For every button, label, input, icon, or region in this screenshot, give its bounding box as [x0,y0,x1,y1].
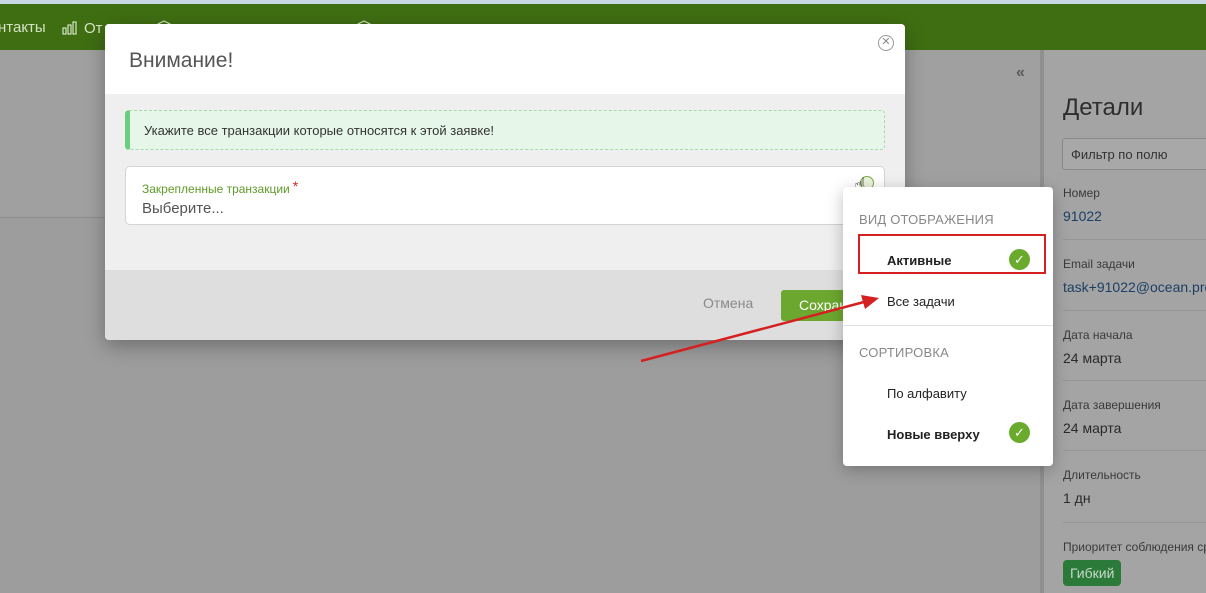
field-value: 24 марта [1063,350,1122,366]
sort-section-title: СОРТИРОВКА [859,345,949,360]
info-alert: Укажите все транзакции которые относятся… [125,110,885,150]
modal-title: Внимание! [129,49,234,72]
required-mark: * [292,178,299,194]
alert-text: Укажите все транзакции которые относятся… [144,123,495,138]
cancel-button[interactable]: Отмена [703,295,753,311]
field-value-link[interactable]: 91022 [1063,208,1206,224]
details-filter-input[interactable]: Фильтр по полю [1062,138,1206,170]
attention-modal: Внимание! ✕ Укажите все транзакции котор… [105,24,905,340]
collapse-panel-button[interactable]: « [1016,64,1025,82]
details-field-priority: Приоритет соблюдения сроков Гибкий [1063,540,1206,586]
view-options-dropdown: ВИД ОТОБРАЖЕНИЯ Активные ✓ Все задачи СО… [843,187,1053,466]
details-field-email: Email задачи task+91022@ocean.pro [1063,257,1206,295]
transactions-label-text: Закрепленные транзакции [142,182,290,196]
field-label: Длительность [1063,468,1141,482]
details-field-start-date: Дата начала 24 марта [1063,328,1206,366]
field-label: Дата начала [1063,328,1133,342]
close-icon[interactable]: ✕ [878,35,894,51]
sort-option-newest[interactable]: Новые вверху [887,427,980,442]
field-label: Email задачи [1063,257,1135,271]
field-value-link[interactable]: task+91022@ocean.pro [1063,279,1206,295]
transactions-label: Закрепленные транзакции * [142,178,298,196]
dropdown-divider [843,325,1053,326]
details-field-number: Номер 91022 [1063,186,1206,224]
view-option-all[interactable]: Все задачи [887,294,955,309]
modal-header: Внимание! ✕ [105,24,905,94]
check-icon: ✓ [1009,422,1030,443]
view-mode-section-title: ВИД ОТОБРАЖЕНИЯ [859,212,994,227]
field-divider [1063,522,1206,523]
field-value: 1 дн [1063,490,1091,506]
nav-item-reports-label: От [84,20,103,37]
nav-item-contacts[interactable]: нтакты [0,19,46,36]
field-divider [1063,450,1206,451]
details-title: Детали [1063,94,1144,121]
modal-body: Укажите все транзакции которые относятся… [105,94,905,270]
field-label: Номер [1063,186,1100,200]
field-divider [1063,239,1206,240]
field-value: 24 марта [1063,420,1122,436]
field-divider [1063,310,1206,311]
field-label: Дата завершения [1063,398,1161,412]
annotation-highlight-box [858,234,1046,274]
nav-item-reports[interactable]: От [62,19,103,37]
field-label: Приоритет соблюдения сроков [1063,540,1206,554]
reports-icon [62,21,77,35]
sort-option-alphabetical[interactable]: По алфавиту [887,386,967,401]
details-field-end-date: Дата завершения 24 марта [1063,398,1206,436]
transactions-select[interactable]: Закрепленные транзакции * Выберите... [125,166,885,225]
priority-badge[interactable]: Гибкий [1063,560,1122,586]
nav-item-contacts-label: нтакты [0,19,46,36]
transactions-placeholder: Выберите... [142,200,224,217]
details-panel: Детали Фильтр по полю Номер 91022 Email … [1044,50,1206,593]
details-field-duration: Длительность 1 дн [1063,468,1206,506]
field-divider [1063,380,1206,381]
